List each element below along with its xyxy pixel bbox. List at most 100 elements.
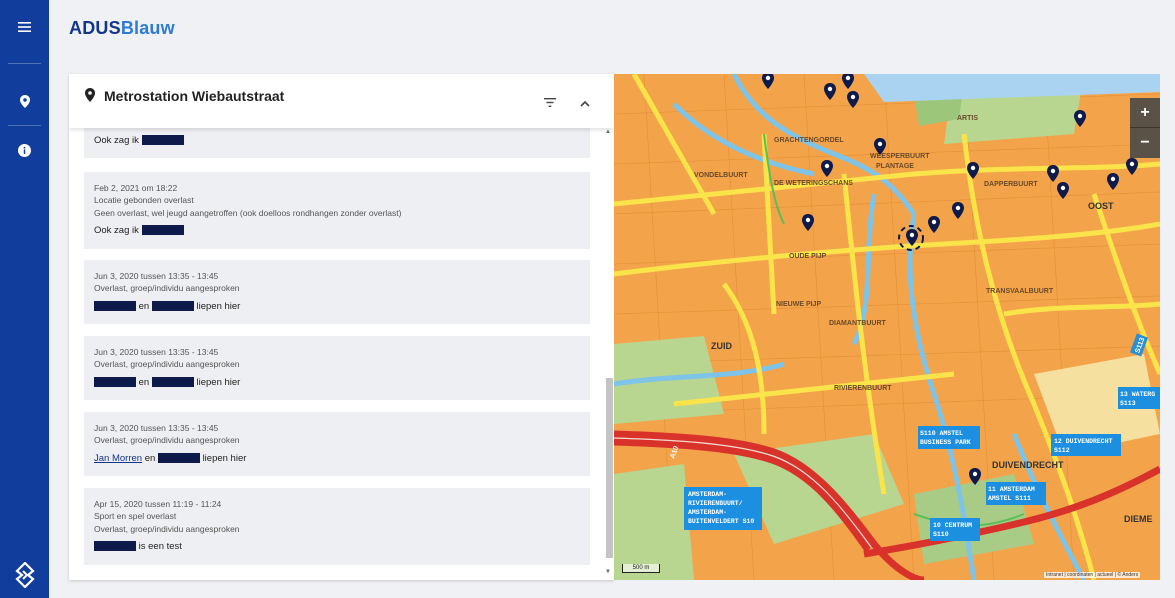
- report-category: Locatie gebonden overlast: [94, 195, 194, 206]
- map-label-rivierenbuurt: RIVIERENBUURT: [834, 385, 892, 392]
- map-scale: 500 m: [622, 564, 660, 573]
- report-category: Overlast, groep/individu aangesproken: [94, 359, 240, 370]
- station-label-line: S110 AMSTEL: [920, 430, 963, 437]
- collapse-icon[interactable]: [580, 94, 590, 112]
- map-label-transvaalbuurt: TRANSVAALBUURT: [986, 288, 1054, 295]
- report-category: Sport en spel overlast: [94, 511, 177, 522]
- app-brand: ADUSBlauw: [69, 18, 175, 39]
- station-label-line: S110: [933, 531, 949, 538]
- station-label-line: BUSINESS PARK: [920, 439, 971, 446]
- report-category: Overlast, groep/individu aangesproken: [94, 283, 240, 294]
- brand-primary: ADUS: [69, 18, 121, 38]
- redacted-name: [94, 541, 136, 552]
- report-list: Ook zag ik Feb 2, 2021 om 18:22 Locatie …: [84, 128, 590, 580]
- station-label-line: 13 WATERG: [1120, 391, 1155, 398]
- report-date: Apr 15, 2020 tussen 11:19 - 11:24: [94, 499, 222, 509]
- brand-secondary: Blauw: [120, 18, 175, 38]
- report-card[interactable]: Ook zag ik: [84, 128, 590, 158]
- station-label-line: 10 CENTRUM: [933, 522, 972, 529]
- person-link[interactable]: Jan Morren: [94, 453, 142, 464]
- redacted-name: [94, 301, 136, 312]
- scroll-up-icon[interactable]: ▲: [605, 129, 611, 135]
- map-label-weteringschans: DE WETERINGSCHANS: [774, 180, 853, 187]
- redacted-name: [151, 301, 194, 312]
- report-text: Ook zag ik: [94, 225, 580, 236]
- map-label-nieuwe-pijp: NIEUWE PIJP: [776, 301, 821, 308]
- map-label-oude-pijp: OUDE PIJP: [789, 253, 827, 260]
- station-label-line: 11 AMSTERDAM: [988, 486, 1035, 493]
- redacted-name: [141, 135, 184, 146]
- map-view[interactable]: VONDELBUURT GRACHTENGORDEL DE WETERINGSC…: [614, 74, 1160, 580]
- station-label-line: AMSTERDAM-: [688, 509, 727, 516]
- redacted-name: [151, 377, 194, 388]
- report-text-end: is een test: [138, 540, 182, 552]
- zoom-out-button[interactable]: −: [1130, 128, 1160, 158]
- map-label-diemen: DIEME: [1124, 514, 1153, 524]
- report-card[interactable]: Jun 3, 2020 tussen 13:35 - 13:45 Overlas…: [84, 260, 590, 324]
- report-text: en liepen hier: [94, 301, 580, 312]
- report-date: Feb 2, 2021 om 18:22: [94, 183, 178, 193]
- report-card[interactable]: Feb 2, 2021 om 18:22 Locatie gebonden ov…: [84, 172, 590, 249]
- report-date: Jun 3, 2020 tussen 13:35 - 13:45: [94, 347, 219, 357]
- report-subcategory: Overlast, groep/individu aangesproken: [94, 523, 240, 534]
- redacted-name: [94, 377, 136, 388]
- scroll-down-icon[interactable]: ▼: [605, 569, 611, 575]
- navigation-rail: [0, 0, 49, 598]
- police-logo-icon: [0, 560, 49, 590]
- report-text: en liepen hier: [94, 377, 580, 388]
- report-text: Ook zag ik: [94, 135, 580, 146]
- report-text-prefix: Ook zag ik: [94, 135, 139, 146]
- map-label-zuid: ZUID: [711, 341, 732, 351]
- redacted-name: [141, 225, 184, 236]
- report-subcategory: Geen overlast, wel jeugd aangetroffen (o…: [94, 207, 402, 218]
- report-text-prefix: Ook zag ik: [94, 224, 139, 236]
- report-text-mid: en: [138, 300, 150, 312]
- station-label-line: BUITENVELDERT S10: [688, 518, 754, 525]
- report-category: Overlast, groep/individu aangesproken: [94, 435, 240, 446]
- report-card[interactable]: Jun 3, 2020 tussen 13:35 - 13:45 Overlas…: [84, 336, 590, 400]
- panel-scrollbar[interactable]: ▲ ▼: [604, 128, 613, 580]
- location-icon[interactable]: [0, 87, 49, 115]
- map-label-dapperbuurt: DAPPERBUURT: [984, 181, 1038, 188]
- report-text-end: liepen hier: [196, 300, 241, 312]
- map-attribution[interactable]: Intranet | coordinaten | actueel | © And…: [1044, 572, 1141, 578]
- zoom-control: + −: [1130, 98, 1160, 158]
- zoom-in-button[interactable]: +: [1130, 98, 1160, 128]
- report-text: Jan Morren en liepen hier: [94, 453, 580, 464]
- report-text-mid: en: [138, 376, 150, 388]
- panel-header: Metrostation Wiebautstraat: [69, 74, 614, 128]
- station-label-line: AMSTEL S111: [988, 495, 1031, 502]
- report-text: is een test: [94, 541, 580, 552]
- map-label-artis: ARTIS: [957, 115, 978, 122]
- map-label-plantage: PLANTAGE: [876, 163, 914, 170]
- report-card[interactable]: Apr 15, 2020 tussen 11:19 - 11:24 Sport …: [84, 488, 590, 565]
- menu-icon[interactable]: [0, 13, 49, 41]
- filter-icon[interactable]: [544, 94, 556, 112]
- scrollbar-thumb[interactable]: [606, 378, 613, 558]
- info-icon[interactable]: [0, 136, 49, 164]
- map-label-vondelbuurt: VONDELBUURT: [694, 172, 748, 179]
- location-panel: Metrostation Wiebautstraat Ook zag ik Fe…: [69, 74, 614, 580]
- station-label-line: RIVIERENBUURT/: [688, 500, 743, 507]
- map-label-duivendrecht: DUIVENDRECHT: [992, 460, 1064, 470]
- rail-divider: [8, 125, 41, 126]
- map-label-grachtengordel: GRACHTENGORDEL: [774, 137, 844, 144]
- panel-title: Metrostation Wiebautstraat: [104, 88, 285, 104]
- report-card[interactable]: Jun 3, 2020 tussen 13:35 - 13:45 Overlas…: [84, 412, 590, 476]
- map-canvas[interactable]: VONDELBUURT GRACHTENGORDEL DE WETERINGSC…: [614, 74, 1160, 580]
- map-label-weesperbuurt: WEESPERBUURT: [870, 153, 930, 160]
- map-label-oost: OOST: [1088, 201, 1114, 211]
- redacted-name: [157, 453, 200, 464]
- report-date: Jun 3, 2020 tussen 13:35 - 13:45: [94, 423, 219, 433]
- station-label-line: AMSTERDAM-: [688, 491, 727, 498]
- station-label-line: S112: [1054, 447, 1070, 454]
- rail-divider: [8, 63, 41, 64]
- report-date: Jun 3, 2020 tussen 13:35 - 13:45: [94, 271, 219, 281]
- map-pin-icon: [85, 88, 95, 107]
- report-text-end: liepen hier: [202, 452, 247, 464]
- map-label-diamantbuurt: DIAMANTBUURT: [829, 320, 886, 327]
- report-text-end: liepen hier: [196, 376, 241, 388]
- station-label-line: 12 DUIVENDRECHT: [1054, 438, 1113, 445]
- station-label-line: S113: [1120, 400, 1136, 407]
- report-text-mid: en: [144, 452, 156, 464]
